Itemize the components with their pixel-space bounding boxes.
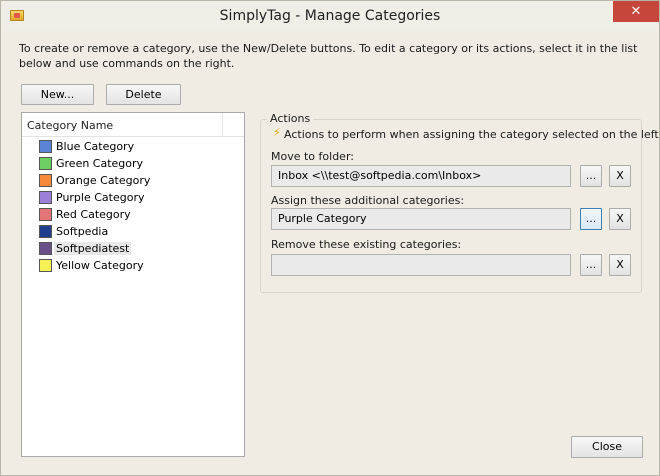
list-item[interactable]: Purple Category: [39, 190, 219, 206]
list-item[interactable]: Green Category: [39, 156, 219, 172]
category-color-swatch-icon: [39, 225, 52, 238]
column-header-category-name[interactable]: Category Name: [27, 119, 113, 132]
move-folder-clear-button[interactable]: X: [609, 165, 631, 187]
assign-categories-clear-button[interactable]: X: [609, 208, 631, 230]
list-item[interactable]: Orange Category: [39, 173, 219, 189]
assign-categories-field[interactable]: Purple Category: [271, 208, 571, 230]
category-color-swatch-icon: [39, 242, 52, 255]
list-item[interactable]: Softpediatest: [39, 241, 219, 257]
category-label: Blue Category: [56, 140, 135, 153]
instructions-text: To create or remove a category, use the …: [19, 42, 638, 70]
category-color-swatch-icon: [39, 174, 52, 187]
list-item[interactable]: Softpedia: [39, 224, 219, 240]
category-list-header[interactable]: Category Name: [22, 113, 244, 137]
category-label: Softpedia: [56, 225, 109, 238]
actions-description: Actions to perform when assigning the ca…: [284, 128, 660, 141]
remove-categories-clear-button[interactable]: X: [609, 254, 631, 276]
assign-categories-label: Assign these additional categories:: [271, 194, 465, 207]
move-to-folder-field[interactable]: Inbox <\\test@softpedia.com\Inbox>: [271, 165, 571, 187]
delete-button[interactable]: Delete: [106, 84, 181, 105]
category-label: Green Category: [56, 157, 144, 170]
lightning-bolt-icon: ⚡: [273, 126, 281, 139]
category-label: Yellow Category: [56, 259, 144, 272]
category-list[interactable]: Category Name Blue Category Green Categor…: [21, 112, 245, 457]
list-item[interactable]: Blue Category: [39, 139, 219, 155]
new-button[interactable]: New...: [21, 84, 94, 105]
category-color-swatch-icon: [39, 259, 52, 272]
list-item[interactable]: Red Category: [39, 207, 219, 223]
assign-categories-browse-button[interactable]: ...: [580, 208, 602, 230]
remove-categories-label: Remove these existing categories:: [271, 238, 462, 251]
remove-categories-browse-button[interactable]: ...: [580, 254, 602, 276]
move-folder-browse-button[interactable]: ...: [580, 165, 602, 187]
remove-categories-field[interactable]: [271, 254, 571, 276]
actions-group-label: Actions: [267, 112, 314, 125]
window-title: SimplyTag - Manage Categories: [219, 8, 441, 24]
category-label: Red Category: [56, 208, 131, 221]
category-label: Purple Category: [56, 191, 145, 204]
category-color-swatch-icon: [39, 208, 52, 221]
list-item[interactable]: Yellow Category: [39, 258, 219, 274]
category-color-swatch-icon: [39, 157, 52, 170]
window-close-button[interactable]: ✕: [613, 1, 659, 22]
title-bar[interactable]: SimplyTag - Manage Categories ✕: [1, 1, 659, 31]
column-divider: [222, 113, 223, 137]
category-color-swatch-icon: [39, 191, 52, 204]
manage-categories-window: SimplyTag - Manage Categories ✕ To creat…: [0, 0, 660, 476]
close-button[interactable]: Close: [571, 436, 643, 458]
category-label: Softpediatest: [54, 242, 132, 255]
category-color-swatch-icon: [39, 140, 52, 153]
move-to-folder-label: Move to folder:: [271, 150, 354, 163]
category-label: Orange Category: [56, 174, 151, 187]
